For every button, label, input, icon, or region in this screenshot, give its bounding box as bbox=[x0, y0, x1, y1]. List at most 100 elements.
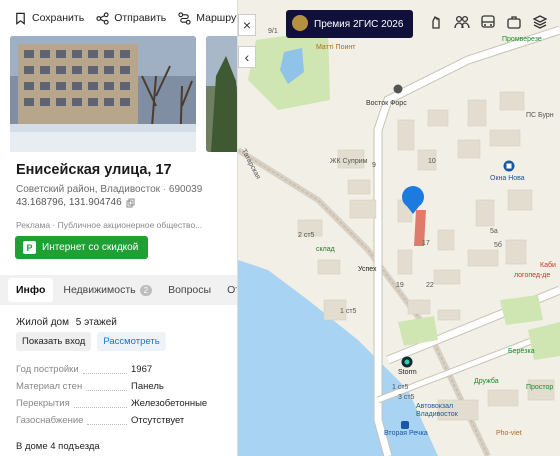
promo-label: Премия 2ГИС 2026 bbox=[314, 18, 404, 30]
poi-icon[interactable] bbox=[503, 160, 515, 172]
place-title: Енисейская улица, 17 bbox=[16, 162, 172, 178]
copy-icon[interactable] bbox=[126, 198, 136, 208]
place-address: Советский район, Владивосток · 690039 bbox=[16, 184, 203, 195]
prop-row: Год постройки 1967 bbox=[16, 361, 221, 378]
house-number: 10 bbox=[428, 158, 436, 165]
tab-realty-label: Недвижимость bbox=[63, 284, 136, 296]
house-number: 3 ст5 bbox=[398, 394, 415, 401]
award-icon bbox=[292, 15, 308, 31]
coordinates-row[interactable]: 43.168796, 131.904746 bbox=[0, 197, 237, 208]
ad-button-label: Интернет со скидкой bbox=[42, 242, 139, 253]
route-icon bbox=[178, 11, 191, 25]
prop-key: Газоснабжение bbox=[16, 415, 84, 426]
map-label[interactable]: Восток Форс bbox=[366, 100, 407, 107]
tab-info-label: Инфо bbox=[16, 284, 46, 296]
app-root: Сохранить Отправить Маршрут Енисейская у… bbox=[0, 0, 560, 456]
map-label[interactable]: Успех bbox=[358, 266, 377, 273]
prop-value: Железобетонные bbox=[131, 398, 208, 409]
briefcase-icon[interactable] bbox=[504, 12, 524, 32]
close-button[interactable]: × bbox=[238, 14, 256, 36]
bus-icon[interactable] bbox=[478, 12, 498, 32]
porch-count: В доме 4 подъезда bbox=[16, 441, 100, 452]
map-label[interactable]: склад bbox=[316, 246, 335, 253]
bookmark-icon bbox=[16, 12, 25, 25]
prop-key: Материал стен bbox=[16, 381, 83, 392]
share-label: Отправить bbox=[114, 12, 167, 24]
map-label[interactable]: Вторая Речка bbox=[384, 430, 428, 437]
house-number: 1 ст5 bbox=[392, 384, 409, 391]
poi-icon[interactable] bbox=[393, 84, 403, 94]
review-button[interactable]: Рассмотреть bbox=[97, 332, 166, 351]
map-label[interactable]: Матті Поинт bbox=[316, 44, 355, 51]
map-label[interactable]: Storm bbox=[398, 369, 417, 376]
tab-reviews-label: Отз bbox=[227, 284, 237, 296]
poi-icon[interactable] bbox=[401, 356, 413, 368]
prop-row: Материал стен Панель bbox=[16, 378, 221, 395]
route-button[interactable]: Маршрут bbox=[178, 11, 238, 25]
house-number: 17 bbox=[422, 240, 430, 247]
house-type: Жилой дом bbox=[16, 317, 69, 328]
map-label[interactable]: ЖК Суприм bbox=[330, 158, 367, 165]
prop-row: Перекрытия Железобетонные bbox=[16, 395, 221, 412]
route-label: Маршрут bbox=[196, 12, 238, 24]
people-icon[interactable] bbox=[452, 12, 472, 32]
house-number: 9 bbox=[372, 162, 376, 169]
house-summary: Жилой дом 5 этажей bbox=[0, 305, 237, 328]
ad-button[interactable]: P Интернет со скидкой bbox=[15, 236, 149, 259]
house-buttons: Показать вход Рассмотреть bbox=[0, 328, 237, 351]
house-number: 9/1 bbox=[268, 28, 278, 35]
house-number: 19 bbox=[396, 282, 404, 289]
save-button[interactable]: Сохранить bbox=[14, 12, 84, 25]
photo-gallery[interactable] bbox=[0, 36, 237, 154]
postcode: 690039 bbox=[168, 184, 203, 195]
address-text: Советский район, Владивосток bbox=[16, 184, 161, 195]
house-number: 2 ст5 bbox=[298, 232, 315, 239]
category-icons bbox=[426, 12, 550, 32]
tab-info[interactable]: Инфо bbox=[8, 278, 54, 302]
building-photo-2[interactable] bbox=[206, 36, 237, 152]
prop-value: Отсутствует bbox=[131, 415, 185, 426]
map-label[interactable]: логопед-де bbox=[514, 272, 550, 279]
layers-icon[interactable] bbox=[530, 12, 550, 32]
collapse-panel-button[interactable]: ‹ bbox=[238, 46, 256, 68]
building-photo[interactable] bbox=[10, 36, 196, 152]
house-number: 5б bbox=[494, 242, 502, 249]
bus-stop-icon[interactable] bbox=[400, 420, 410, 430]
map-label[interactable]: Автовокзал bbox=[416, 403, 453, 410]
tab-reviews[interactable]: Отз bbox=[219, 278, 237, 302]
show-entrance-button[interactable]: Показать вход bbox=[16, 332, 92, 351]
tab-questions-label: Вопросы bbox=[168, 284, 212, 296]
promo-banner[interactable]: Премия 2ГИС 2026 bbox=[286, 10, 414, 38]
provider-logo-icon: P bbox=[23, 241, 36, 254]
tab-realty[interactable]: Недвижимость 2 bbox=[55, 278, 160, 302]
map-label[interactable]: Окна Нова bbox=[490, 175, 525, 182]
map-label[interactable]: Владивосток bbox=[416, 411, 458, 418]
house-number: 5а bbox=[490, 228, 498, 235]
house-number: 22 bbox=[426, 282, 434, 289]
map-label[interactable]: Берёзка bbox=[508, 348, 535, 355]
share-button[interactable]: Отправить bbox=[96, 11, 167, 25]
map-label[interactable]: Промверезе bbox=[502, 36, 542, 43]
prop-key: Перекрытия bbox=[16, 398, 70, 409]
map-label[interactable]: Простор bbox=[526, 384, 553, 391]
tab-badge: 2 bbox=[139, 284, 153, 296]
place-panel: Сохранить Отправить Маршрут Енисейская у… bbox=[0, 0, 238, 456]
hand-icon[interactable] bbox=[426, 12, 446, 32]
map-view[interactable]: Матті Поинт Промверезе Восток Форс ПС Бу… bbox=[238, 0, 560, 456]
save-label: Сохранить bbox=[32, 12, 85, 24]
ad-label: Реклама · Публичное акционерное общество… bbox=[16, 220, 203, 230]
prop-value: Панель bbox=[131, 381, 164, 392]
action-bar: Сохранить Отправить Маршрут bbox=[0, 0, 237, 36]
house-props: Год постройки 1967 Материал стен Панель Пе… bbox=[0, 351, 237, 429]
coordinates: 43.168796, 131.904746 bbox=[16, 197, 122, 208]
prop-key: Год постройки bbox=[16, 364, 79, 375]
map-label[interactable]: ПС Бурн bbox=[526, 112, 554, 119]
prop-row: Газоснабжение Отсутствует bbox=[16, 412, 221, 429]
map-label[interactable]: Pho-viet bbox=[496, 430, 522, 437]
tab-questions[interactable]: Вопросы bbox=[160, 278, 219, 302]
map-label[interactable]: Дружба bbox=[474, 378, 499, 385]
share-icon bbox=[96, 11, 109, 25]
map-label[interactable]: Каби bbox=[540, 262, 556, 269]
prop-value: 1967 bbox=[131, 364, 153, 375]
house-number: 1 ст5 bbox=[340, 308, 357, 315]
